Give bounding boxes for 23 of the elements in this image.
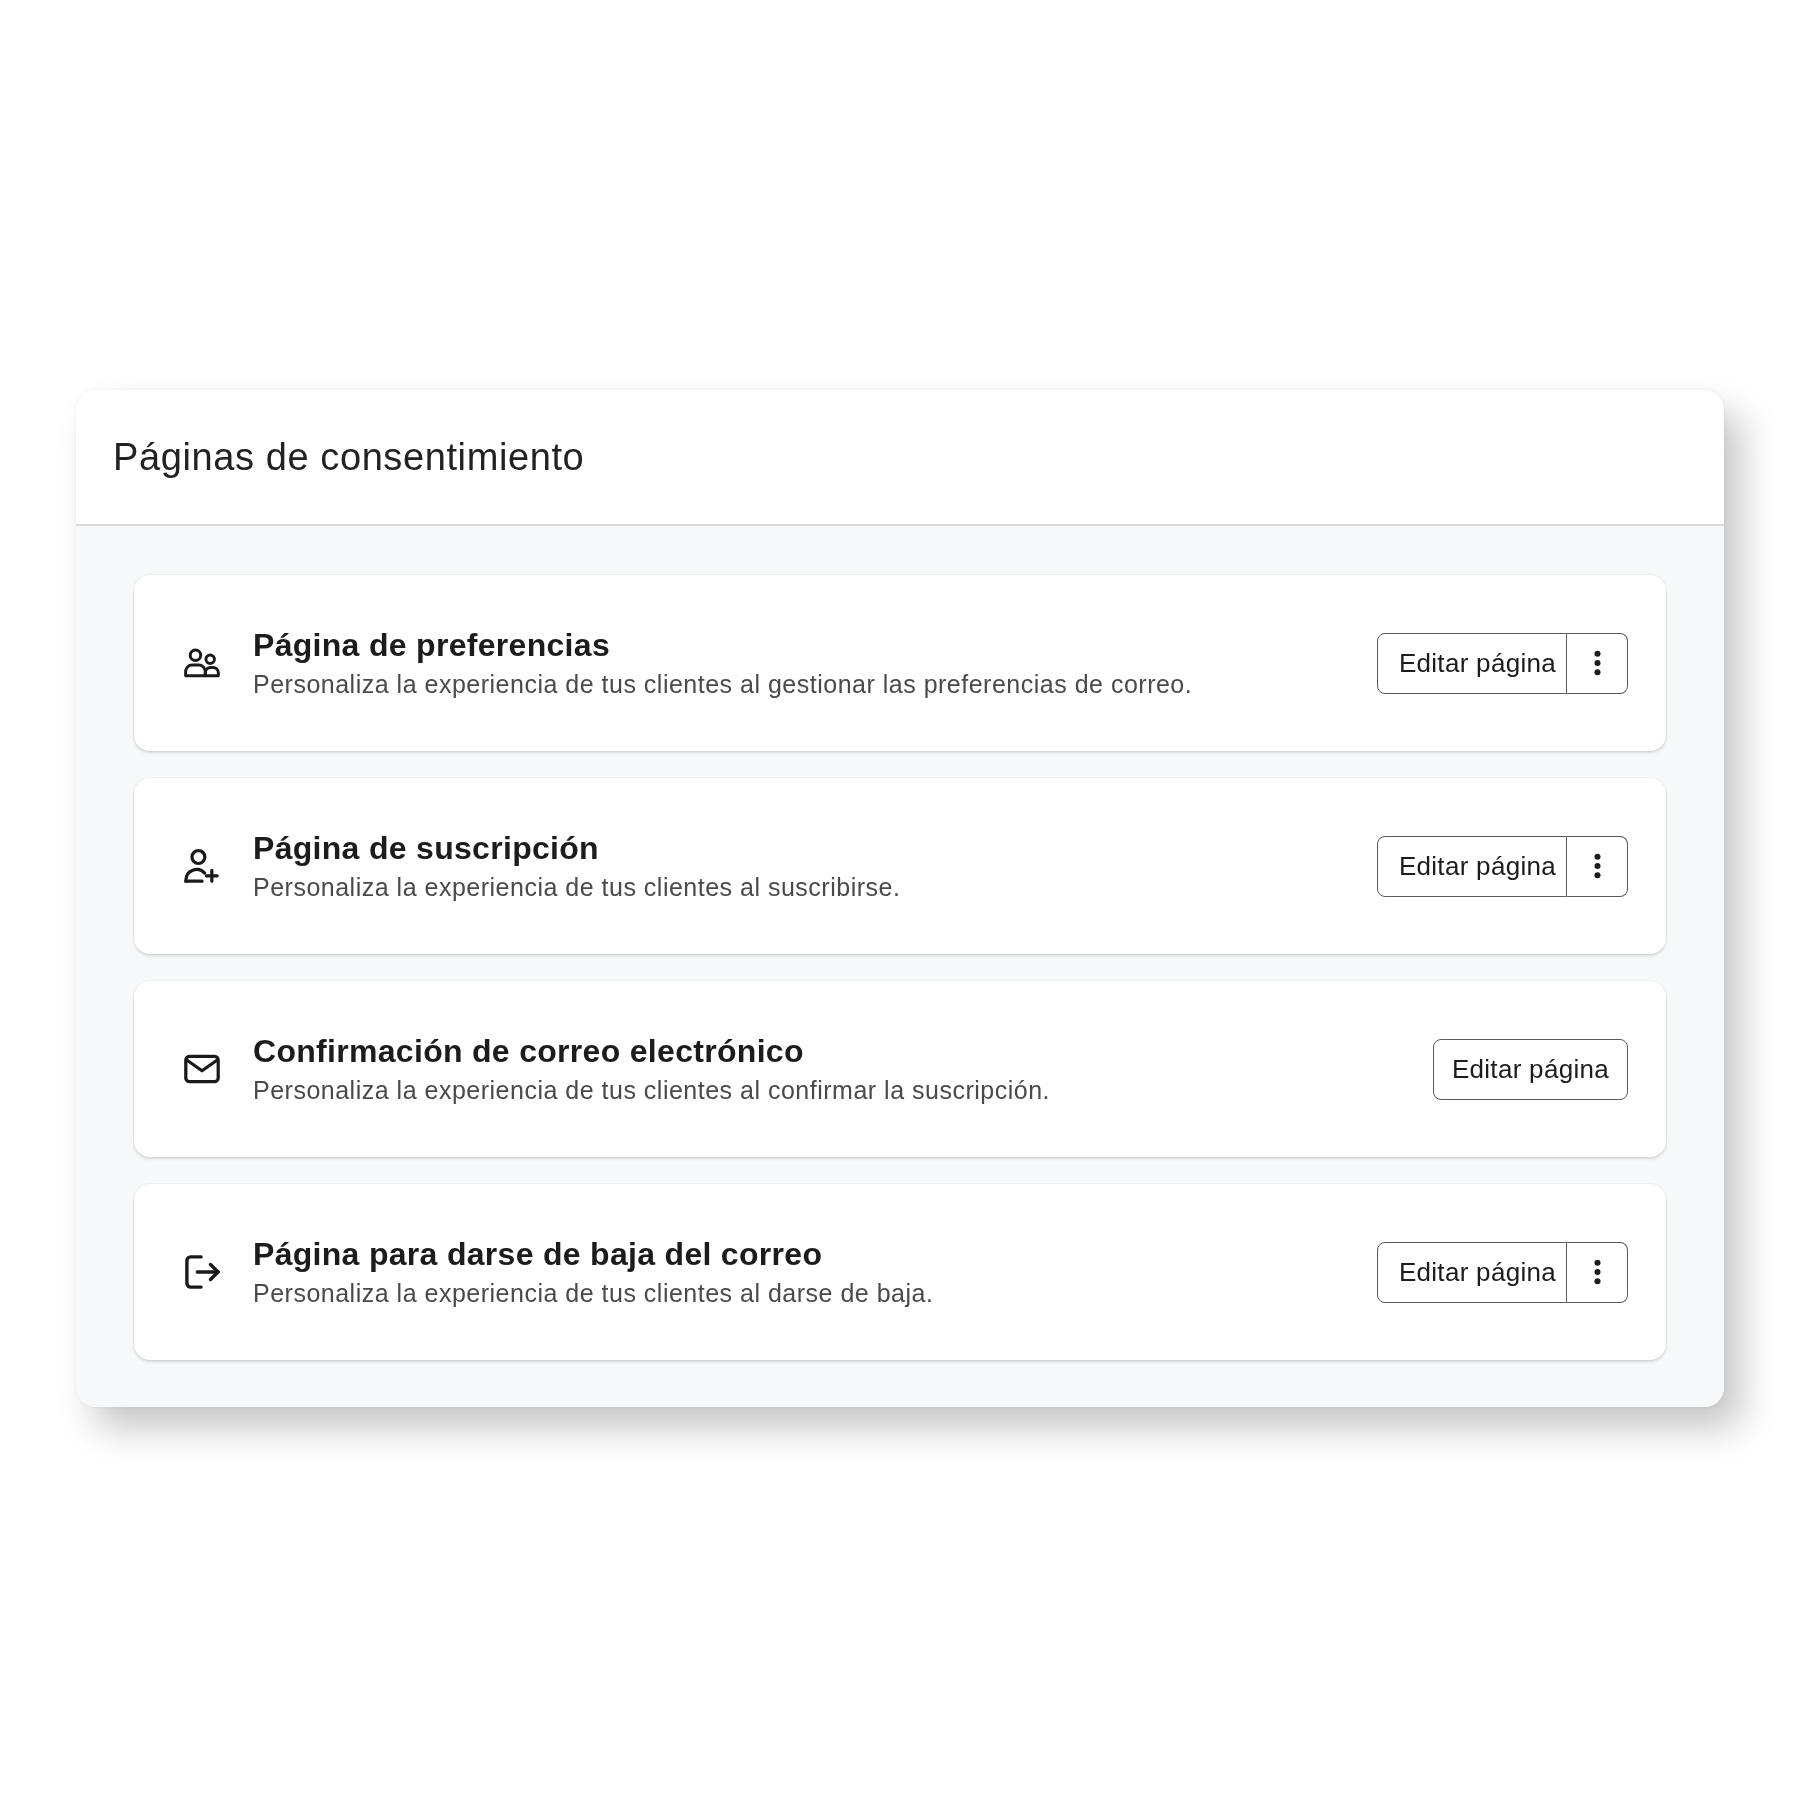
card-description: Personaliza la experiencia de tus clientes al darse de baja. [253, 1277, 935, 1309]
logout-icon [184, 1255, 220, 1289]
card-title: Confirmación de correo electrónico [253, 1031, 805, 1070]
person-plus-icon [184, 849, 220, 883]
card-description: Personaliza la experiencia de tus clientes al gestionar las preferencias de correo. [253, 668, 1194, 700]
panel-title: Páginas de consentimiento [113, 435, 585, 479]
edit-page-button[interactable]: Editar página [1376, 632, 1567, 694]
vertical-dots-icon [1593, 853, 1601, 879]
card-title: Página de preferencias [253, 625, 611, 664]
more-button[interactable] [1567, 632, 1628, 694]
more-button[interactable] [1567, 1241, 1628, 1303]
card-title: Página de suscripción [253, 828, 600, 867]
vertical-dots-icon [1593, 1259, 1601, 1285]
edit-page-button[interactable]: Editar página [1432, 1038, 1628, 1100]
mail-icon [184, 1052, 220, 1086]
vertical-dots-icon [1593, 650, 1601, 676]
card-description: Personaliza la experiencia de tus clientes al confirmar la suscripción. [253, 1074, 1051, 1106]
people-icon [184, 646, 220, 680]
card-description: Personaliza la experiencia de tus clientes al suscribirse. [253, 871, 902, 903]
edit-page-button[interactable]: Editar página [1376, 835, 1567, 897]
edit-page-button[interactable]: Editar página [1376, 1241, 1567, 1303]
card-title: Página para darse de baja del correo [253, 1234, 824, 1273]
more-button[interactable] [1567, 835, 1628, 897]
